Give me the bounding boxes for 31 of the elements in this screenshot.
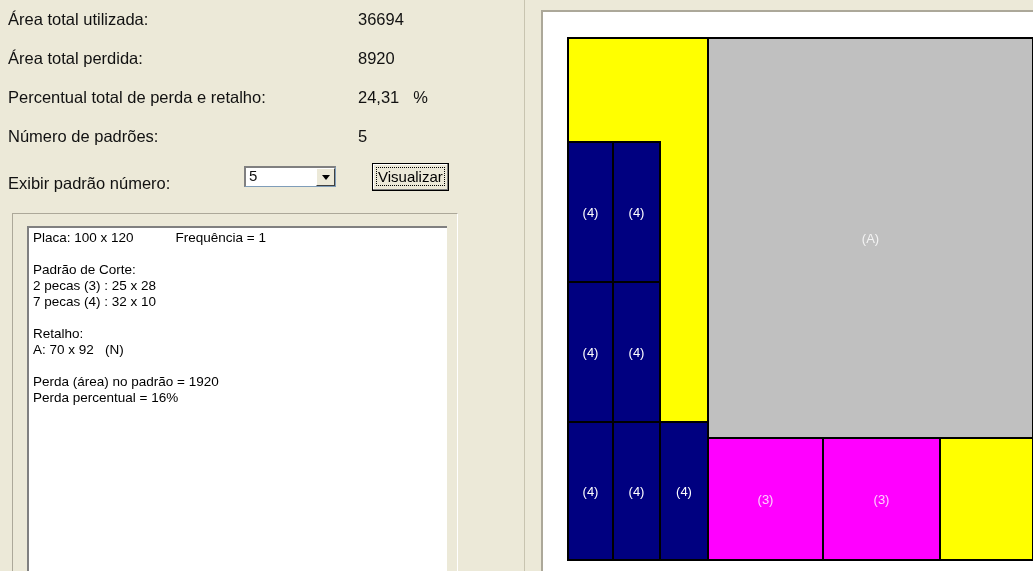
report-line: 2 pecas (3) : 25 x 28 [33,278,157,294]
view-button[interactable]: Visualizar [372,162,449,191]
cut-piece: (4) [567,281,614,423]
summary-label: Área total utilizada: [8,10,150,29]
report-line: Perda percentual = 16% [33,390,179,406]
summary-value: 8920 [358,49,395,68]
cut-piece: (4) [612,281,661,423]
cut-piece: (4) [567,141,614,283]
cut-piece: (3) [822,437,941,561]
summary-label: Área total perdida: [8,49,144,68]
cut-piece: (4) [567,421,614,561]
summary-value: 5 [358,127,368,146]
report-line: Retalho: [33,326,84,342]
unit-label: % [413,88,428,107]
cut-piece: (4) [659,421,709,561]
summary-value: 24,31 [358,88,400,107]
caret-icon [321,174,330,180]
report-line: Placa: 100 x 120 [33,230,134,246]
report-line: 7 pecas (4) : 32 x 10 [33,294,157,310]
report-line: Perda (área) no padrão = 1920 [33,374,219,390]
report-line: Padrão de Corte: [33,262,136,278]
cut-piece: (4) [612,141,661,283]
cut-piece: (3) [707,437,824,561]
summary-label: Número de padrões: [8,127,160,146]
pattern-label: Exibir padrão número: [8,174,172,193]
report-line: A: 70 x 92 (N) [33,342,124,358]
report-line: Frequência = 1 [175,230,266,246]
cut-piece: (4) [612,421,661,561]
summary-label: Percentual total de perda e retalho: [8,88,267,107]
summary-value: 36694 [358,10,404,29]
pattern-dropdown[interactable]: 5 [244,166,336,187]
